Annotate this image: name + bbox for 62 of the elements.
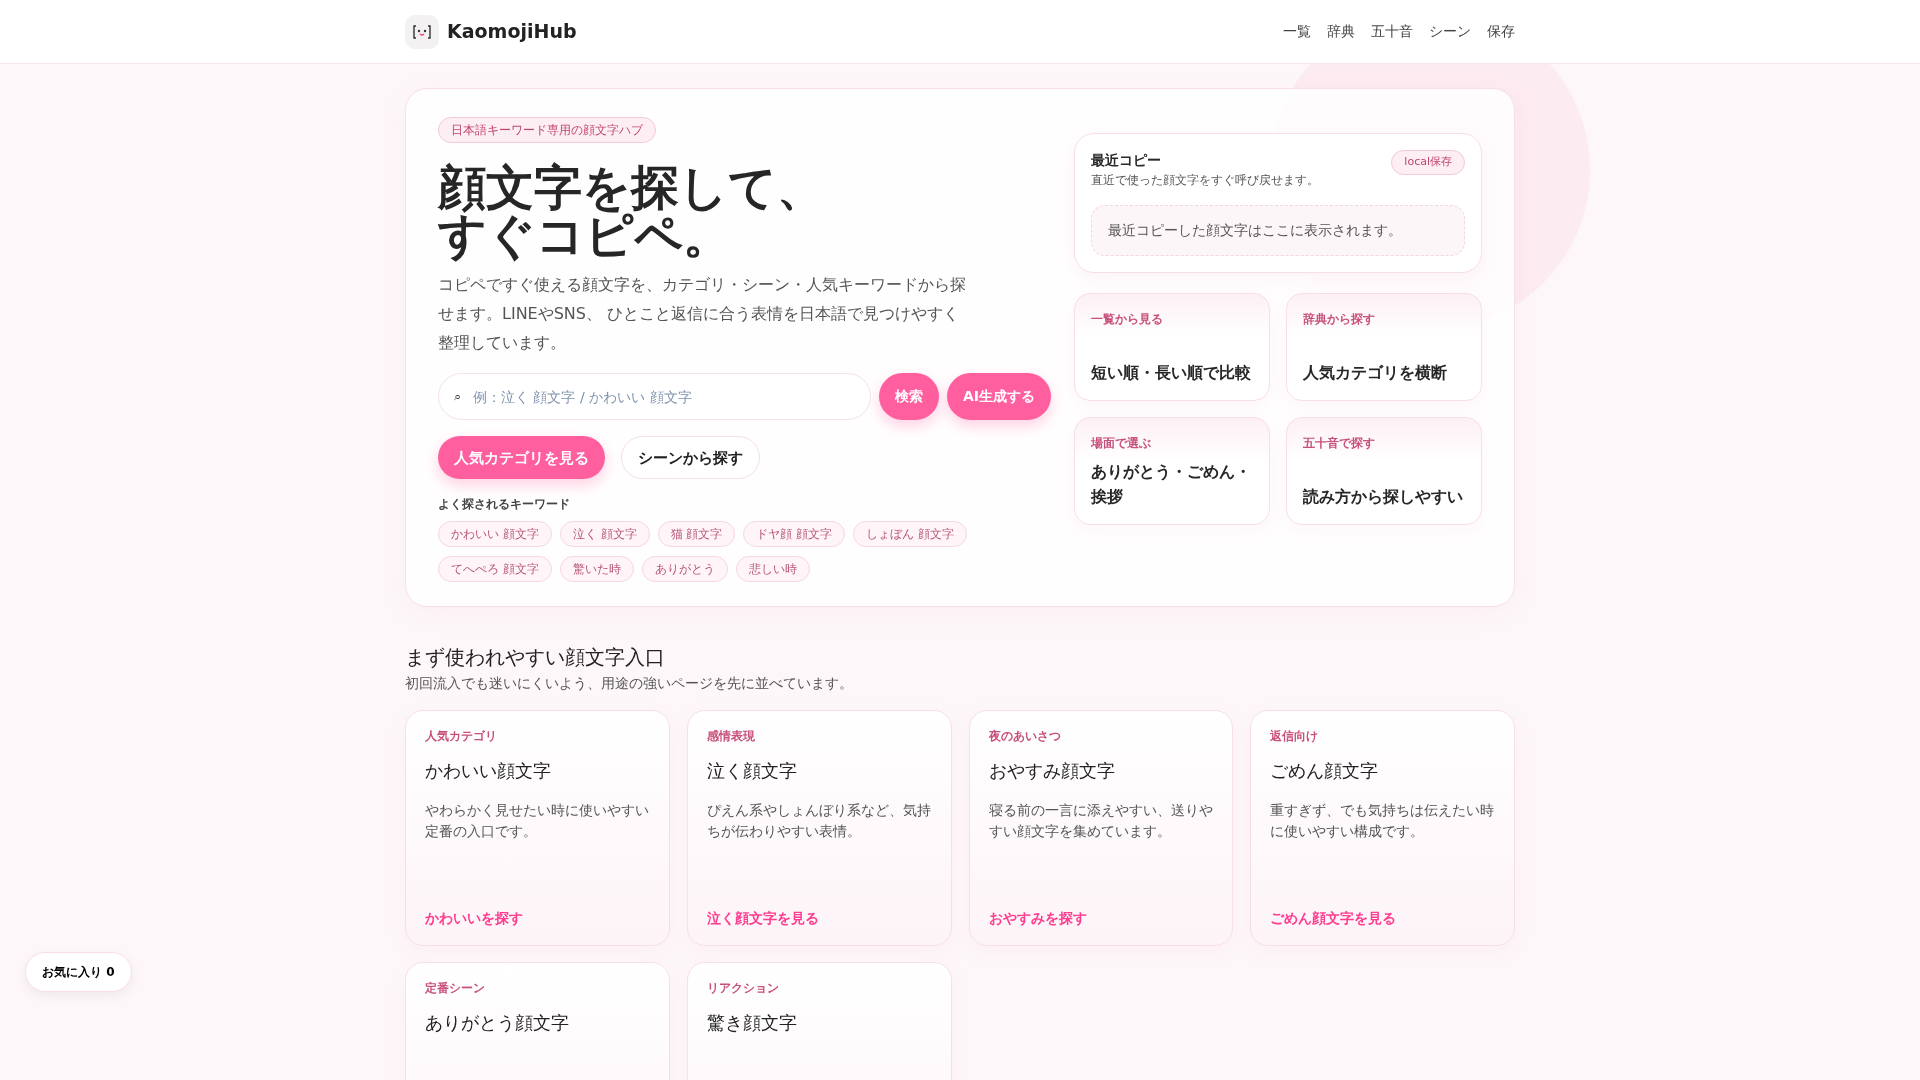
quick-link-label: 場面で選ぶ	[1091, 435, 1152, 452]
action-button[interactable]: 人気カテゴリを見る	[438, 436, 605, 480]
card-title: おやすみ顔文字	[988, 759, 1116, 784]
quick-link-card[interactable]: 場面で選ぶ ありがとう・ごめん・挨拶	[1074, 417, 1270, 525]
keyword-tag[interactable]: ドヤ顔 顔文字	[743, 521, 846, 548]
card-link[interactable]: 泣く顔文字を見る	[706, 908, 819, 930]
nav-link[interactable]: 一覧	[1283, 21, 1311, 42]
section-subtitle: 初回流入でも迷いにくいよう、用途の強いページを先に並べています。	[405, 674, 854, 694]
nav-link[interactable]: 辞典	[1327, 21, 1355, 42]
card-label: リアクション	[706, 980, 780, 998]
nav-link[interactable]: 五十音	[1371, 21, 1413, 42]
keyword-tag[interactable]: 泣く 顔文字	[559, 521, 650, 548]
card-title: 泣く顔文字	[706, 759, 798, 784]
card-link[interactable]: ごめん顔文字を見る	[1270, 908, 1397, 930]
nav-link[interactable]: 保存	[1487, 21, 1515, 42]
card-description: やわらかく見せたい時に使いやすい定番の入口です。	[425, 801, 650, 842]
card-description: ぴえん系やしょんぼり系など、気持ちが伝わりやすい表情。	[706, 801, 932, 842]
quick-link-title: 人気カテゴリを横断	[1303, 362, 1448, 385]
card-description: 寝る前の一言に添えやすい、送りやすい顔文字を集めています。	[988, 801, 1214, 842]
card-label: 夜のあいさつ	[988, 728, 1062, 746]
action-button[interactable]: シーンから探す	[621, 436, 760, 480]
quick-link-card[interactable]: 辞典から探す 人気カテゴリを横断	[1286, 293, 1482, 401]
keyword-tag[interactable]: しょぼん 顔文字	[853, 521, 968, 548]
card-label: 感情表現	[706, 728, 756, 746]
keyword-tag[interactable]: 猫 顔文字	[657, 521, 736, 548]
search-button[interactable]: 検索	[879, 373, 939, 421]
search-button[interactable]: AI生成する	[947, 373, 1052, 421]
card-label: 人気カテゴリ	[425, 728, 498, 746]
quick-link-label: 五十音で探す	[1303, 435, 1376, 452]
hero-description: コピペですぐ使える顔文字を、カテゴリ・シーン・人気キーワードから探せます。LINEやSNS、 ひとこと返信に合う表情を日本語で見つけやすく整理しています。	[438, 274, 967, 354]
keyword-tag[interactable]: ありがとう	[641, 556, 728, 583]
quick-link-label: 一覧から見る	[1091, 311, 1164, 328]
logo-text[interactable]: KaomojiHub	[447, 17, 577, 46]
keywords-heading: よく探されるキーワード	[438, 496, 571, 514]
recent-copy-empty-state: 最近コピーした顔文字はここに表示されます。	[1091, 205, 1465, 256]
quick-link-label: 辞典から探す	[1303, 311, 1376, 328]
quick-link-title: 短い順・長い順で比較	[1091, 362, 1252, 385]
keyword-tag[interactable]: かわいい 顔文字	[438, 521, 552, 548]
quick-link-title: ありがとう・ごめん・挨拶	[1091, 460, 1252, 509]
keyword-tag[interactable]: てへぺろ 顔文字	[438, 556, 552, 583]
card-label: 返信向け	[1270, 728, 1320, 746]
keyword-tag[interactable]: 悲しい時	[735, 556, 810, 583]
eyebrow-tag: 日本語キーワード専用の顔文字ハブ	[438, 117, 656, 143]
card-link[interactable]: かわいいを探す	[425, 908, 523, 930]
quick-link-card[interactable]: 一覧から見る 短い順・長い順で比較	[1074, 293, 1270, 401]
storage-badge: local保存	[1391, 150, 1465, 175]
card-title: かわいい顔文字	[425, 759, 552, 784]
card-description: 重すぎず、でも気持ちは伝えたい時に使いやすい構成です。	[1270, 801, 1495, 842]
card-title: 驚き顔文字	[706, 1011, 798, 1036]
recent-copy-title: 最近コピー	[1091, 151, 1162, 170]
section-title: まず使われやすい顔文字入口	[405, 645, 666, 670]
recent-copy-subtitle: 直近で使った顔文字をすぐ呼び戻せます。	[1091, 172, 1319, 189]
quick-link-title: 読み方から探しやすい	[1303, 486, 1464, 509]
card-label: 定番シーン	[425, 980, 486, 998]
card-link[interactable]: おやすみを探す	[988, 908, 1087, 930]
card-title: ありがとう顔文字	[425, 1011, 570, 1036]
search-icon: ⌕	[454, 387, 461, 407]
nav-link[interactable]: シーン	[1429, 21, 1471, 42]
card-title: ごめん顔文字	[1270, 759, 1380, 784]
quick-link-card[interactable]: 五十音で探す 読み方から探しやすい	[1286, 417, 1482, 525]
favorites-button[interactable]: お気に入り 0	[25, 952, 132, 992]
keyword-tag[interactable]: 驚いた時	[559, 556, 634, 583]
